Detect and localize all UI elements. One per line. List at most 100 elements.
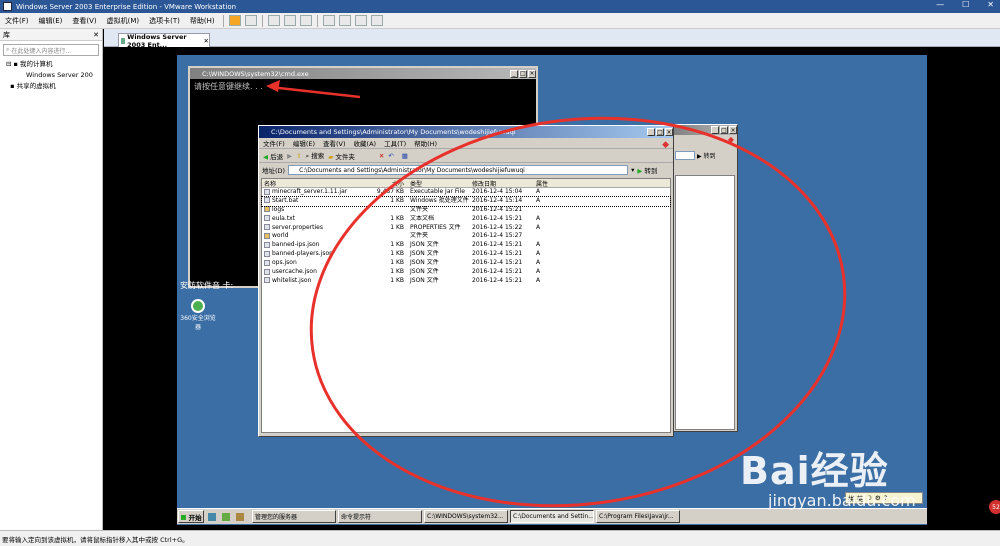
menu-tools[interactable]: 工具(T) <box>384 138 406 148</box>
chevron-down-icon[interactable]: ▾ <box>631 166 634 174</box>
menu-help[interactable]: 帮助(H) <box>414 138 437 148</box>
table-row[interactable]: server.properties 1 KB PROPERTIES 文件 2016-1… <box>262 224 670 233</box>
task-server-manager[interactable]: 管理您的服务器 <box>252 510 336 523</box>
address-input[interactable]: C:\Documents and Settings\Administrator\… <box>288 164 629 175</box>
menu-file[interactable]: 文件(F) <box>0 16 34 26</box>
quicklaunch-icon[interactable] <box>222 512 230 521</box>
menu-view[interactable]: 查看(V) <box>323 138 346 148</box>
explorer-window[interactable]: C:\Documents and Settings\Administrator\… <box>258 125 674 437</box>
menu-edit[interactable]: 编辑(E) <box>293 138 315 148</box>
file-list[interactable]: 名称 大小 类型 修改日期 属性 minecraft_server.1.11.j… <box>261 178 671 433</box>
menu-file[interactable]: 文件(F) <box>263 138 285 148</box>
minimize-button[interactable]: _ <box>510 69 518 78</box>
revert-snapshot-icon[interactable] <box>283 15 296 26</box>
close-icon[interactable]: ✕ <box>93 31 102 39</box>
desktop-icon-360-browser[interactable]: 360安全浏览器 <box>179 299 217 331</box>
library-search-input[interactable]: ⌕ 在此处键入内容进行... <box>3 44 99 56</box>
file-date: 2016-12-4 15:21 <box>472 259 523 267</box>
snapshot-icon[interactable] <box>267 15 280 26</box>
explorer-window-background[interactable]: _ □ × ◆ ▶ 转到 <box>672 124 738 432</box>
vmware-titlebar: Windows Server 2003 Enterprise Edition -… <box>0 0 1000 13</box>
file-type: Executable Jar File <box>410 188 465 195</box>
file-attr <box>534 232 574 241</box>
fullscreen-icon[interactable] <box>354 15 367 26</box>
tree-item-vm[interactable]: Windows Server 200 <box>6 70 102 81</box>
forward-button[interactable]: ▶ <box>287 152 292 160</box>
file-name: minecraft_server.1.11.jar <box>262 188 354 197</box>
minimize-button[interactable]: — <box>936 0 944 9</box>
quicklaunch-icon[interactable] <box>236 512 244 521</box>
menu-view[interactable]: 查看(V) <box>67 16 101 26</box>
column-attr[interactable]: 属性 <box>534 179 574 187</box>
table-row[interactable]: banned-players.json 1 KB JSON 文件 2016-12-4 … <box>262 250 670 259</box>
cmd-titlebar[interactable]: C:\WINDOWS\system32\cmd.exe _ □ × <box>190 68 536 79</box>
column-size[interactable]: 大小 <box>354 179 408 187</box>
tab-vm[interactable]: Windows Server 2003 Ent... ✕ <box>118 33 210 49</box>
minimize-button[interactable]: _ <box>711 126 719 134</box>
thumbnail-view-icon[interactable] <box>338 15 351 26</box>
background-window-titlebar[interactable]: _ □ × <box>673 125 737 135</box>
minimize-button[interactable]: _ <box>647 128 655 136</box>
file-icon <box>264 250 270 257</box>
go-button[interactable]: ▶ 转到 <box>637 165 657 175</box>
task-cmd-prompt[interactable]: 命令提示符 <box>338 510 422 523</box>
table-row[interactable]: world 文件夹 2016-12-4 15:27 <box>262 232 670 241</box>
undo-icon[interactable]: ↶ <box>388 152 393 160</box>
column-date[interactable]: 修改日期 <box>470 179 534 187</box>
menu-tabs[interactable]: 选项卡(T) <box>144 16 185 26</box>
go-button[interactable]: ▶ 转到 <box>697 151 716 160</box>
table-row[interactable]: banned-ips.json 1 KB JSON 文件 2016-12-4 15:2… <box>262 241 670 250</box>
close-icon[interactable]: ✕ <box>204 37 209 45</box>
table-row[interactable]: logs 文件夹 2016-12-4 15:21 <box>262 206 670 215</box>
tree-item-shared-vms[interactable]: ▪ 共享的虚拟机 <box>6 81 102 92</box>
menu-edit[interactable]: 编辑(E) <box>34 16 68 26</box>
watermark-logo: Bai经验 <box>740 449 889 493</box>
explorer-titlebar[interactable]: C:\Documents and Settings\Administrator\… <box>259 126 673 138</box>
menu-vm[interactable]: 虚拟机(M) <box>102 16 145 26</box>
table-row[interactable]: Start.bat 1 KB Windows 批处理文件 2016-12-4 15:1… <box>261 195 671 207</box>
task-java-folder[interactable]: C:\Program Files\Java\jr... <box>596 510 680 523</box>
pause-icon[interactable] <box>228 15 241 26</box>
delete-icon[interactable]: ✕ <box>379 152 384 160</box>
maximize-button[interactable]: ☐ <box>962 0 969 9</box>
column-name[interactable]: 名称 <box>262 179 354 187</box>
start-button[interactable]: ■ 开始 <box>178 510 204 523</box>
table-row[interactable]: whitelist.json 1 KB JSON 文件 2016-12-4 15:21… <box>262 277 670 286</box>
quicklaunch-icon[interactable] <box>208 512 216 521</box>
folders-button[interactable]: ▰ 文件夹 <box>328 151 355 161</box>
table-row[interactable]: ops.json 1 KB JSON 文件 2016-12-4 15:21 A <box>262 259 670 268</box>
library-view-icon[interactable] <box>322 15 335 26</box>
send-keys-icon[interactable] <box>244 15 257 26</box>
file-type: JSON 文件 <box>410 276 439 284</box>
browser-icon <box>191 299 205 313</box>
search-button[interactable]: ⌕ 搜索 <box>306 150 325 161</box>
tree-item-my-computer[interactable]: ⊟ ▪ 我的计算机 <box>6 59 102 70</box>
file-size: 1 KB <box>390 250 404 258</box>
task-cmd-window[interactable]: C:\WINDOWS\system32... <box>424 510 508 523</box>
toolbar-separator <box>222 14 224 27</box>
maximize-button[interactable]: □ <box>720 126 728 134</box>
background-file-list[interactable] <box>675 175 735 430</box>
menu-favorites[interactable]: 收藏(A) <box>354 138 377 148</box>
unity-icon[interactable] <box>370 15 383 26</box>
close-button[interactable]: ✕ <box>987 0 994 9</box>
file-size: 9,487 KB <box>376 188 404 195</box>
menu-help[interactable]: 帮助(H) <box>185 16 220 26</box>
table-row[interactable]: minecraft_server.1.11.jar 9,487 KB Executa… <box>262 188 670 197</box>
up-folder-icon[interactable]: ⇧ <box>296 152 301 160</box>
maximize-button[interactable]: □ <box>519 69 527 78</box>
column-type[interactable]: 类型 <box>408 179 470 187</box>
views-icon[interactable]: ▦ <box>402 152 408 160</box>
file-date: 2016-12-4 15:21 <box>472 214 523 222</box>
close-button[interactable]: × <box>729 126 737 134</box>
table-row[interactable]: eula.txt 1 KB 文本文档 2016-12-4 15:21 A <box>262 215 670 224</box>
task-explorer[interactable]: C:\Documents and Settin... <box>510 510 594 523</box>
table-row[interactable]: usercache.json 1 KB JSON 文件 2016-12-4 15:21… <box>262 268 670 277</box>
close-button[interactable]: × <box>528 69 536 78</box>
close-button[interactable]: × <box>665 128 673 136</box>
back-button[interactable]: ◀ 后退 <box>263 151 283 161</box>
notification-badge[interactable]: 52 <box>989 500 1000 514</box>
maximize-button[interactable]: □ <box>656 128 664 136</box>
snapshot-manager-icon[interactable] <box>299 15 312 26</box>
library-title: 库 <box>3 30 10 39</box>
